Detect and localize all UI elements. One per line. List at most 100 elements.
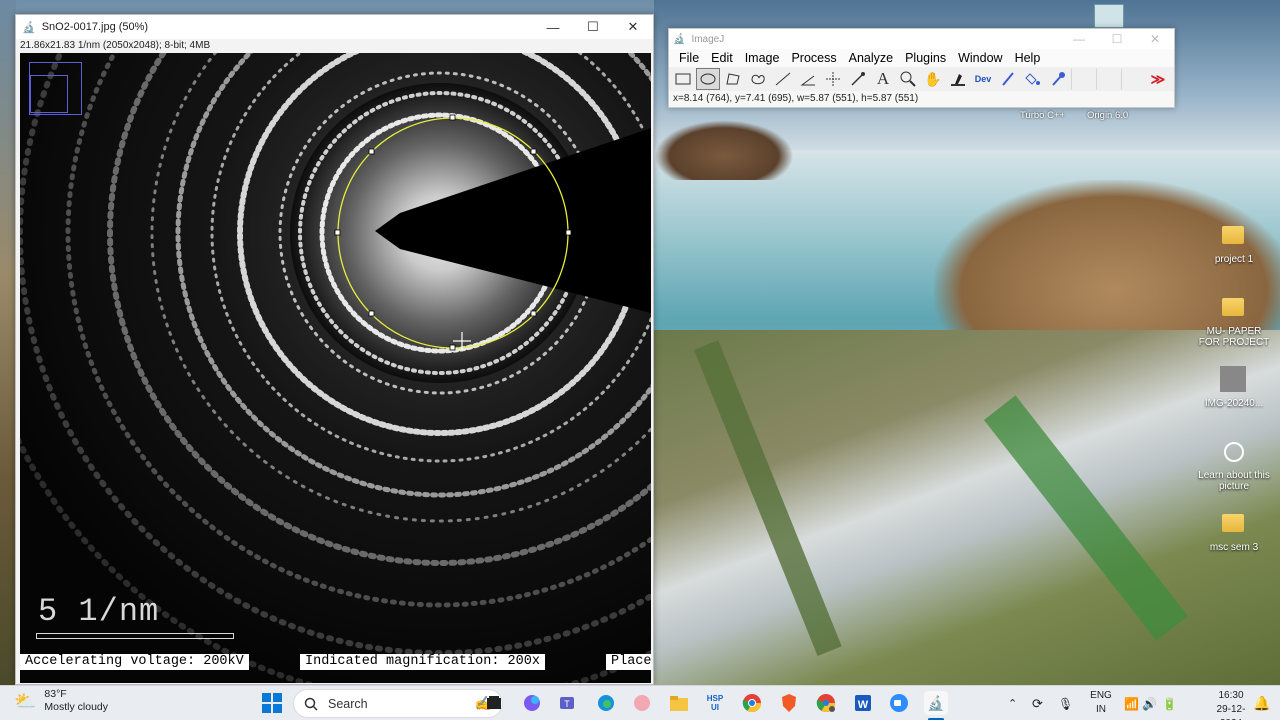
- battery-icon: 🔋: [1162, 696, 1177, 711]
- imagej-main-window[interactable]: 🔬 ImageJ — ☐ ✕ File Edit Image Process A…: [668, 28, 1175, 108]
- close-icon[interactable]: ✕: [613, 15, 653, 39]
- weather-desc: Mostly cloudy: [44, 701, 109, 713]
- angle-icon[interactable]: [796, 68, 820, 90]
- search-icon: [304, 697, 318, 711]
- turbo-c-label[interactable]: Turbo C++: [1020, 110, 1065, 121]
- shortcut-img-file[interactable]: IMG-20240...: [1198, 398, 1270, 409]
- diffraction-image-canvas[interactable]: 5 1/nm Accelerating voltage: 200kV Indic…: [20, 53, 651, 683]
- wifi-icon: 📶: [1124, 696, 1139, 711]
- menu-help[interactable]: Help: [1009, 51, 1047, 65]
- image-file-icon[interactable]: [1220, 366, 1246, 392]
- menu-file[interactable]: File: [673, 51, 705, 65]
- sync-icon[interactable]: ⟳: [1032, 696, 1058, 712]
- info-camera-icon[interactable]: [1224, 442, 1244, 462]
- empty-tool-slot[interactable]: [1121, 68, 1145, 90]
- folder-icon[interactable]: [1222, 298, 1244, 316]
- search-label: Search: [328, 696, 368, 711]
- language-indicator[interactable]: ENG IN: [1088, 689, 1114, 717]
- dev-icon[interactable]: Dev: [971, 68, 995, 90]
- menu-image[interactable]: Image: [739, 51, 786, 65]
- brush-icon[interactable]: [996, 68, 1020, 90]
- freehand-icon[interactable]: [746, 68, 770, 90]
- image-window-titlebar[interactable]: 🔬 SnO2-0017.jpg (50%) — ☐ ✕: [16, 15, 653, 39]
- clock-time: 16:30: [1218, 690, 1244, 701]
- oval-icon[interactable]: [696, 68, 720, 90]
- imagej-toolbar: A ✋ Dev ≫: [669, 67, 1174, 91]
- copilot-icon[interactable]: [520, 691, 544, 715]
- clock[interactable]: 16:30 29-12-2024: [1206, 689, 1256, 720]
- diffraction-pattern: [20, 53, 651, 683]
- language-code: ENG: [1090, 690, 1112, 701]
- taskbar: ⛅ 83°F Mostly cloudy Search ✍ T HSP UI W …: [0, 685, 1280, 720]
- shortcut-mu-paper[interactable]: MU- PAPER FOR PROJECT: [1198, 326, 1270, 348]
- teams-icon[interactable]: T: [556, 691, 580, 715]
- image-info: 21.86x21.83 1/nm (2050x2048); 8-bit; 4MB: [20, 40, 211, 51]
- minimize-icon[interactable]: —: [533, 15, 573, 39]
- empty-tool-slot[interactable]: [1071, 68, 1095, 90]
- imagej-title: ImageJ: [691, 33, 725, 45]
- minimize-icon[interactable]: —: [1060, 29, 1098, 49]
- imagej-titlebar[interactable]: 🔬 ImageJ — ☐ ✕: [669, 29, 1174, 49]
- flood-icon[interactable]: [1021, 68, 1045, 90]
- svg-text:T: T: [564, 699, 570, 709]
- desktop-wallpaper-left: [0, 0, 16, 685]
- menu-analyze[interactable]: Analyze: [843, 51, 899, 65]
- folder-icon[interactable]: [1222, 226, 1244, 244]
- menu-process[interactable]: Process: [785, 51, 842, 65]
- imagej-menubar: File Edit Image Process Analyze Plugins …: [669, 49, 1174, 67]
- image-window[interactable]: 🔬 SnO2-0017.jpg (50%) — ☐ ✕ 21.86x21.83 …: [15, 14, 654, 685]
- navigator-box[interactable]: [29, 62, 82, 115]
- imagej-taskbar-icon[interactable]: 🔬: [924, 691, 948, 715]
- shortcut-learn-about[interactable]: Learn about this picture: [1198, 470, 1270, 492]
- menu-plugins[interactable]: Plugins: [899, 51, 952, 65]
- shortcut-project-1[interactable]: project 1: [1200, 254, 1268, 265]
- word-icon[interactable]: W: [851, 691, 875, 715]
- taskbar-search[interactable]: Search ✍: [293, 689, 503, 718]
- hsp-ui-icon[interactable]: HSP UI: [703, 691, 727, 715]
- chevron-up-icon[interactable]: ⌃: [1008, 697, 1024, 710]
- microphone-icon[interactable]: 🎙: [1058, 697, 1078, 711]
- weather-widget[interactable]: ⛅ 83°F Mostly cloudy: [14, 688, 108, 714]
- app-icon[interactable]: [630, 691, 654, 715]
- shortcut-msc-sem-3[interactable]: msc sem 3: [1200, 542, 1268, 553]
- rectangle-icon[interactable]: [671, 68, 695, 90]
- scale-label: 5 1/nm: [38, 593, 160, 630]
- maximize-icon[interactable]: ☐: [1098, 29, 1136, 49]
- chrome-profile-icon[interactable]: [814, 691, 838, 715]
- wand-icon[interactable]: [846, 68, 870, 90]
- magnifier-icon[interactable]: [896, 68, 920, 90]
- folder-icon[interactable]: [1222, 514, 1244, 532]
- volume-icon: 🔊: [1142, 696, 1157, 711]
- image-window-title: SnO2-0017.jpg (50%): [41, 21, 149, 33]
- app-shortcut-icon[interactable]: [1094, 4, 1124, 28]
- file-explorer-icon[interactable]: [667, 691, 691, 715]
- zoom-icon[interactable]: [887, 691, 911, 715]
- network-volume-battery[interactable]: 📶 🔊 🔋: [1124, 686, 1182, 720]
- origin-label[interactable]: Origin 6.0: [1087, 110, 1128, 121]
- chrome-icon[interactable]: [740, 691, 764, 715]
- menu-edit[interactable]: Edit: [705, 51, 739, 65]
- svg-text:W: W: [858, 699, 869, 711]
- menu-window[interactable]: Window: [952, 51, 1008, 65]
- edge-icon[interactable]: [594, 691, 618, 715]
- windows-start-icon[interactable]: [260, 691, 284, 715]
- notification-bell-icon[interactable]: 🔔: [1252, 691, 1272, 715]
- imagej-microscope-icon: 🔬: [22, 21, 36, 34]
- system-tray: ⌃ ⟳ 🎙: [1008, 686, 1078, 720]
- more-arrow-icon[interactable]: ≫: [1146, 68, 1170, 90]
- dropper-icon[interactable]: [946, 68, 970, 90]
- line-icon[interactable]: [771, 68, 795, 90]
- polygon-icon[interactable]: [721, 68, 745, 90]
- task-view-icon[interactable]: [482, 691, 506, 715]
- brave-icon[interactable]: [777, 691, 801, 715]
- maximize-icon[interactable]: ☐: [573, 15, 613, 39]
- weather-temp: 83°F: [44, 688, 67, 700]
- close-icon[interactable]: ✕: [1136, 29, 1174, 49]
- empty-tool-slot[interactable]: [1096, 68, 1120, 90]
- hand-icon[interactable]: ✋: [921, 68, 945, 90]
- point-icon[interactable]: [821, 68, 845, 90]
- text-icon[interactable]: A: [871, 68, 895, 90]
- picker-icon[interactable]: [1046, 68, 1070, 90]
- imagej-microscope-icon: 🔬: [673, 33, 686, 45]
- imagej-status: x=8.14 (764), y=7.41 (695), w=5.87 (551)…: [669, 91, 1174, 107]
